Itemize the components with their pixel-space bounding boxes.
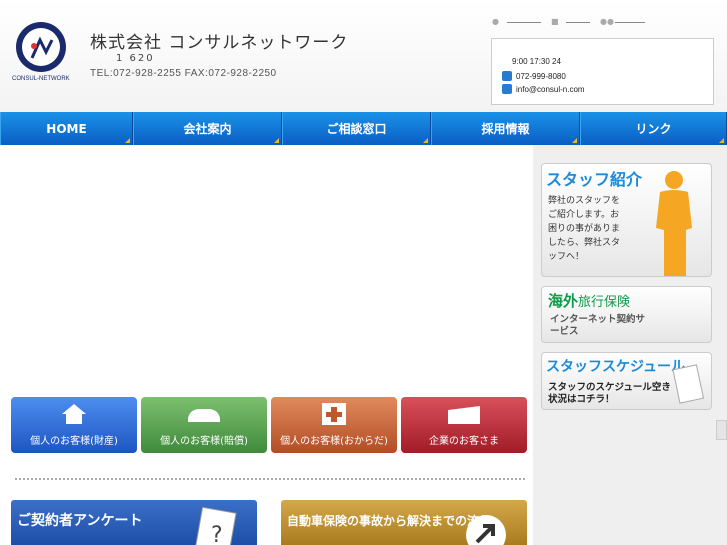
utility-links: ● ■ ●●: [492, 18, 645, 26]
travel-insurance-title-main: 海外: [548, 292, 579, 310]
staff-schedule-banner[interactable]: スタッフスケジュール スタッフのスケジュール空き状況はコチラ！: [541, 352, 712, 410]
category-personal-liability[interactable]: 個人のお客様(賠償): [141, 397, 267, 453]
company-name: 株式会社 コンサルネットワーク: [90, 33, 349, 53]
staff-intro-title: スタッフ紹介: [546, 170, 643, 189]
travel-insurance-sub: インターネット契約サービス: [550, 314, 646, 337]
corner-arrow-icon: [274, 138, 279, 143]
utility-link-3[interactable]: ●●: [600, 18, 645, 26]
corner-arrow-icon: [572, 138, 577, 143]
nav-home-label: HOME: [46, 121, 87, 136]
contact-email[interactable]: info@consul-n.com: [502, 84, 585, 94]
house-icon: [62, 404, 86, 424]
header: CONSUL-NETWORK 株式会社 コンサルネットワーク 1 620 TEL…: [0, 0, 727, 112]
car-icon: [188, 409, 220, 422]
staff-intro-text: 弊社のスタッフをご紹介します。お困りの事がありましたら、弊社スタッフへ！: [548, 196, 621, 262]
contact-email-address: info@consul-n.com: [516, 84, 585, 94]
staff-figure-icon: [656, 171, 692, 276]
medical-cross-icon: [322, 403, 346, 425]
nav-home[interactable]: HOME: [0, 112, 133, 145]
travel-insurance-banner[interactable]: 海外旅行保険 インターネット契約サービス: [541, 286, 712, 343]
category-label: 個人のお客様(財産): [30, 436, 118, 447]
contact-box: 9:00 17:30 24 072-999-8080 info@consul-n…: [491, 38, 714, 105]
travel-insurance-title-rest: 旅行保険: [578, 295, 631, 310]
monitor-icon: ■: [551, 17, 559, 26]
nav-company-label: 会社案内: [183, 122, 232, 136]
survey-banner-title: ご契約者アンケート: [17, 513, 143, 529]
nav-company[interactable]: 会社案内: [133, 112, 282, 145]
logo-circle: [16, 22, 66, 72]
nav-consult[interactable]: ご相談窓口: [282, 112, 431, 145]
dotted-divider: [15, 478, 525, 480]
svg-text:?: ?: [211, 523, 223, 545]
document-icon: [672, 364, 705, 404]
staff-intro-banner[interactable]: スタッフ紹介 弊社のスタッフをご紹介します。お困りの事がありましたら、弊社スタッ…: [541, 163, 712, 277]
staff-schedule-sub: スタッフのスケジュール空き状況はコチラ！: [548, 382, 671, 405]
accident-flow-banner[interactable]: 自動車保険の事故から解決までの流れ: [281, 500, 527, 545]
nav-recruit-label: 採用情報: [481, 122, 530, 136]
category-personal-health[interactable]: 個人のお客様(おからだ): [271, 397, 397, 453]
contact-phone[interactable]: 072-999-8080: [502, 71, 566, 81]
nav-links[interactable]: リンク: [580, 112, 727, 145]
business-hours: 9:00 17:30 24: [512, 57, 561, 66]
category-label: 個人のお客様(賠償): [160, 436, 248, 447]
survey-banner[interactable]: ご契約者アンケート ?: [11, 500, 257, 545]
category-label: 個人のお客様(おからだ): [280, 436, 388, 447]
phone-icon: [502, 71, 512, 81]
utility-link-2[interactable]: ■: [551, 18, 590, 26]
contact-phone-number: 072-999-8080: [516, 71, 566, 81]
category-corporate[interactable]: 企業のお客さま: [401, 397, 527, 453]
utility-link-1[interactable]: ●: [492, 18, 541, 26]
category-label: 企業のお客さま: [429, 436, 499, 447]
main-nav: HOME 会社案内 ご相談窓口 採用情報 リンク: [0, 112, 727, 145]
postal-address: 1 620: [116, 53, 155, 64]
people-icon: ●●: [600, 17, 614, 26]
building-icon: [448, 406, 480, 424]
hero-area: [0, 145, 533, 395]
nav-recruit[interactable]: 採用情報: [431, 112, 580, 145]
corner-arrow-icon: [719, 138, 724, 143]
person-icon: ●: [492, 17, 499, 26]
question-card-icon: ?: [195, 506, 237, 545]
category-personal-property[interactable]: 個人のお客様(財産): [11, 397, 137, 453]
travel-insurance-title: 海外旅行保険: [548, 290, 630, 311]
staff-schedule-title: スタッフスケジュール: [546, 359, 686, 375]
nav-consult-label: ご相談窓口: [326, 122, 387, 136]
arrow-circle-icon: [466, 515, 506, 545]
scrollbar-thumb[interactable]: [716, 420, 727, 440]
corner-arrow-icon: [423, 138, 428, 143]
logo-text: CONSUL-NETWORK: [12, 76, 70, 82]
nav-links-label: リンク: [635, 122, 672, 136]
tel-fax: TEL:072-928-2255 FAX:072-928-2250: [90, 68, 277, 79]
mail-icon: [502, 84, 512, 94]
company-logo[interactable]: CONSUL-NETWORK: [12, 22, 72, 86]
corner-arrow-icon: [125, 138, 130, 143]
